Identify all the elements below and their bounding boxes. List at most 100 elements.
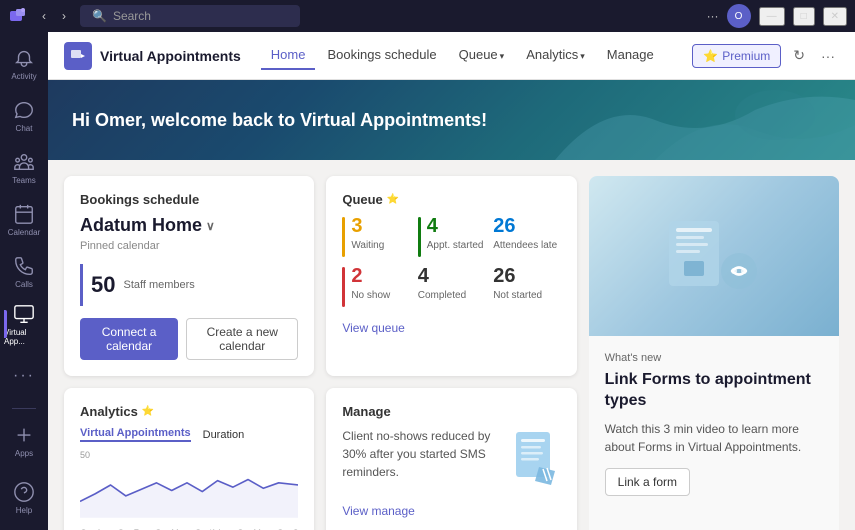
premium-button[interactable]: ⭐ Premium — [692, 44, 781, 68]
chart-svg — [80, 450, 298, 520]
link-form-button[interactable]: Link a form — [605, 468, 690, 496]
calendar-dropdown-icon[interactable]: ∨ — [206, 219, 215, 233]
sidebar-item-help[interactable]: Help — [4, 474, 44, 522]
nav-item-manage[interactable]: Manage — [597, 41, 664, 70]
close-button[interactable]: ✕ — [823, 7, 847, 26]
calendar-sub: Pinned calendar — [80, 240, 298, 252]
waiting-bar — [342, 217, 345, 257]
sidebar-item-calendar-label: Calendar — [8, 228, 40, 237]
content-area: Virtual Appointments Home Bookings sched… — [48, 32, 855, 530]
view-manage-link[interactable]: View manage — [342, 504, 415, 518]
analytics-card-title: Analytics ⭐ — [80, 404, 298, 419]
queue-stat-waiting: 3 Waiting — [342, 215, 409, 257]
queue-stats-grid: 3 Waiting 4 Appt. started 26 — [342, 215, 560, 307]
title-bar-left: ‹ › 🔍 Search — [8, 5, 300, 27]
view-queue-link[interactable]: View queue — [342, 321, 405, 335]
connect-calendar-button[interactable]: Connect a calendar — [80, 318, 178, 360]
queue-card-title: Queue ⭐ — [342, 192, 560, 207]
promo-title: Link Forms to appointment types — [605, 370, 823, 412]
sidebar-divider — [12, 408, 36, 409]
legend-duration[interactable]: Duration — [203, 427, 245, 442]
top-nav: Home Bookings schedule Queue▾ Analytics▾… — [261, 41, 664, 70]
teams-icon — [13, 151, 35, 173]
queue-premium-icon: ⭐ — [387, 194, 399, 205]
legend-virtual-appointments[interactable]: Virtual Appointments — [80, 427, 191, 442]
sidebar-item-chat[interactable]: Chat — [4, 92, 44, 140]
nav-forward-button[interactable]: › — [56, 7, 72, 25]
avatar[interactable]: O — [727, 4, 751, 28]
sidebar-item-apps[interactable]: Apps — [4, 417, 44, 465]
queue-stat-appt-started: 4 Appt. started — [418, 215, 485, 257]
search-bar[interactable]: 🔍 Search — [80, 5, 300, 27]
maximize-button[interactable]: □ — [793, 7, 815, 26]
nav-item-analytics[interactable]: Analytics▾ — [516, 41, 595, 70]
refresh-button[interactable]: ↻ — [789, 43, 809, 68]
nav-item-bookings[interactable]: Bookings schedule — [317, 41, 446, 70]
sidebar-item-help-label: Help — [16, 506, 32, 515]
title-bar-nav: ‹ › — [36, 7, 72, 25]
title-bar-menu-icon[interactable]: ··· — [707, 9, 719, 23]
sidebar-nav: Activity Chat Teams Calendar Calls Virtu… — [0, 32, 48, 530]
sidebar-item-chat-label: Chat — [16, 124, 33, 133]
nav-back-button[interactable]: ‹ — [36, 7, 52, 25]
no-show-label: No show — [351, 290, 390, 301]
chart-area: 50 — [80, 450, 298, 520]
calendar-icon — [13, 203, 35, 225]
promo-body: What's new Link Forms to appointment typ… — [589, 336, 839, 530]
staff-number: 50 — [91, 272, 115, 298]
bookings-card: Bookings schedule Adatum Home ∨ Pinned c… — [64, 176, 314, 376]
analytics-dropdown-icon: ▾ — [580, 51, 585, 61]
completed-label: Completed — [418, 290, 485, 301]
sidebar-item-teams-label: Teams — [12, 176, 36, 185]
promo-illustration — [654, 206, 774, 306]
top-bar-right: ⭐ Premium ↻ ··· — [692, 43, 839, 68]
search-icon: 🔍 — [92, 9, 107, 23]
sidebar-item-teams[interactable]: Teams — [4, 144, 44, 192]
staff-label: Staff members — [123, 279, 194, 291]
queue-stat-no-show: 2 No show — [342, 265, 409, 307]
create-calendar-button[interactable]: Create a new calendar — [186, 318, 298, 360]
teams-logo-icon — [8, 6, 28, 26]
premium-star-icon: ⭐ — [703, 49, 718, 63]
sidebar-item-activity[interactable]: Activity — [4, 40, 44, 88]
not-started-count: 26 — [493, 265, 560, 288]
sidebar-item-virtual-appointments[interactable]: Virtual App... — [4, 300, 44, 348]
appt-started-label: Appt. started — [427, 240, 484, 251]
apps-icon — [13, 424, 35, 446]
not-started-label: Not started — [493, 290, 560, 301]
document-icon — [511, 427, 561, 494]
card-actions: Connect a calendar Create a new calendar — [80, 318, 298, 360]
sidebar-item-calls-label: Calls — [15, 280, 33, 289]
more-icon: ··· — [13, 367, 35, 385]
nav-item-home[interactable]: Home — [261, 41, 316, 70]
calendar-name: Adatum Home ∨ — [80, 215, 298, 236]
sidebar-item-calls[interactable]: Calls — [4, 248, 44, 296]
chat-icon — [13, 99, 35, 121]
title-bar-right: ··· O — □ ✕ — [707, 4, 847, 28]
sidebar-item-more[interactable]: ··· — [4, 352, 44, 400]
hero-greeting: Hi Omer, welcome back to Virtual Appoint… — [72, 110, 487, 131]
more-options-button[interactable]: ··· — [817, 44, 839, 68]
sidebar-item-virtual-label: Virtual App... — [4, 328, 44, 346]
analytics-premium-icon: ⭐ — [142, 406, 154, 417]
manage-content: Client no-shows reduced by 30% after you… — [342, 427, 560, 494]
no-show-bar — [342, 267, 345, 307]
bookings-card-title: Bookings schedule — [80, 192, 298, 207]
attendees-late-count: 26 — [493, 215, 560, 238]
no-show-count: 2 — [351, 265, 390, 288]
minimize-button[interactable]: — — [759, 7, 785, 26]
main-wrapper: Activity Chat Teams Calendar Calls Virtu… — [0, 32, 855, 530]
sidebar-item-activity-label: Activity — [11, 72, 36, 81]
sidebar-item-calendar[interactable]: Calendar — [4, 196, 44, 244]
chart-legend: Virtual Appointments Duration — [80, 427, 298, 442]
promo-description: Watch this 3 min video to learn more abo… — [605, 420, 823, 456]
analytics-card: Analytics ⭐ Virtual Appointments Duratio… — [64, 388, 314, 530]
manage-card-title: Manage — [342, 404, 560, 419]
promo-image — [589, 176, 839, 336]
attendees-late-label: Attendees late — [493, 240, 560, 251]
va-icon — [70, 48, 86, 64]
cards-area: Bookings schedule Adatum Home ∨ Pinned c… — [48, 160, 855, 530]
app-top-bar: Virtual Appointments Home Bookings sched… — [48, 32, 855, 80]
hero-banner: Hi Omer, welcome back to Virtual Appoint… — [48, 80, 855, 160]
nav-item-queue[interactable]: Queue▾ — [449, 41, 515, 70]
